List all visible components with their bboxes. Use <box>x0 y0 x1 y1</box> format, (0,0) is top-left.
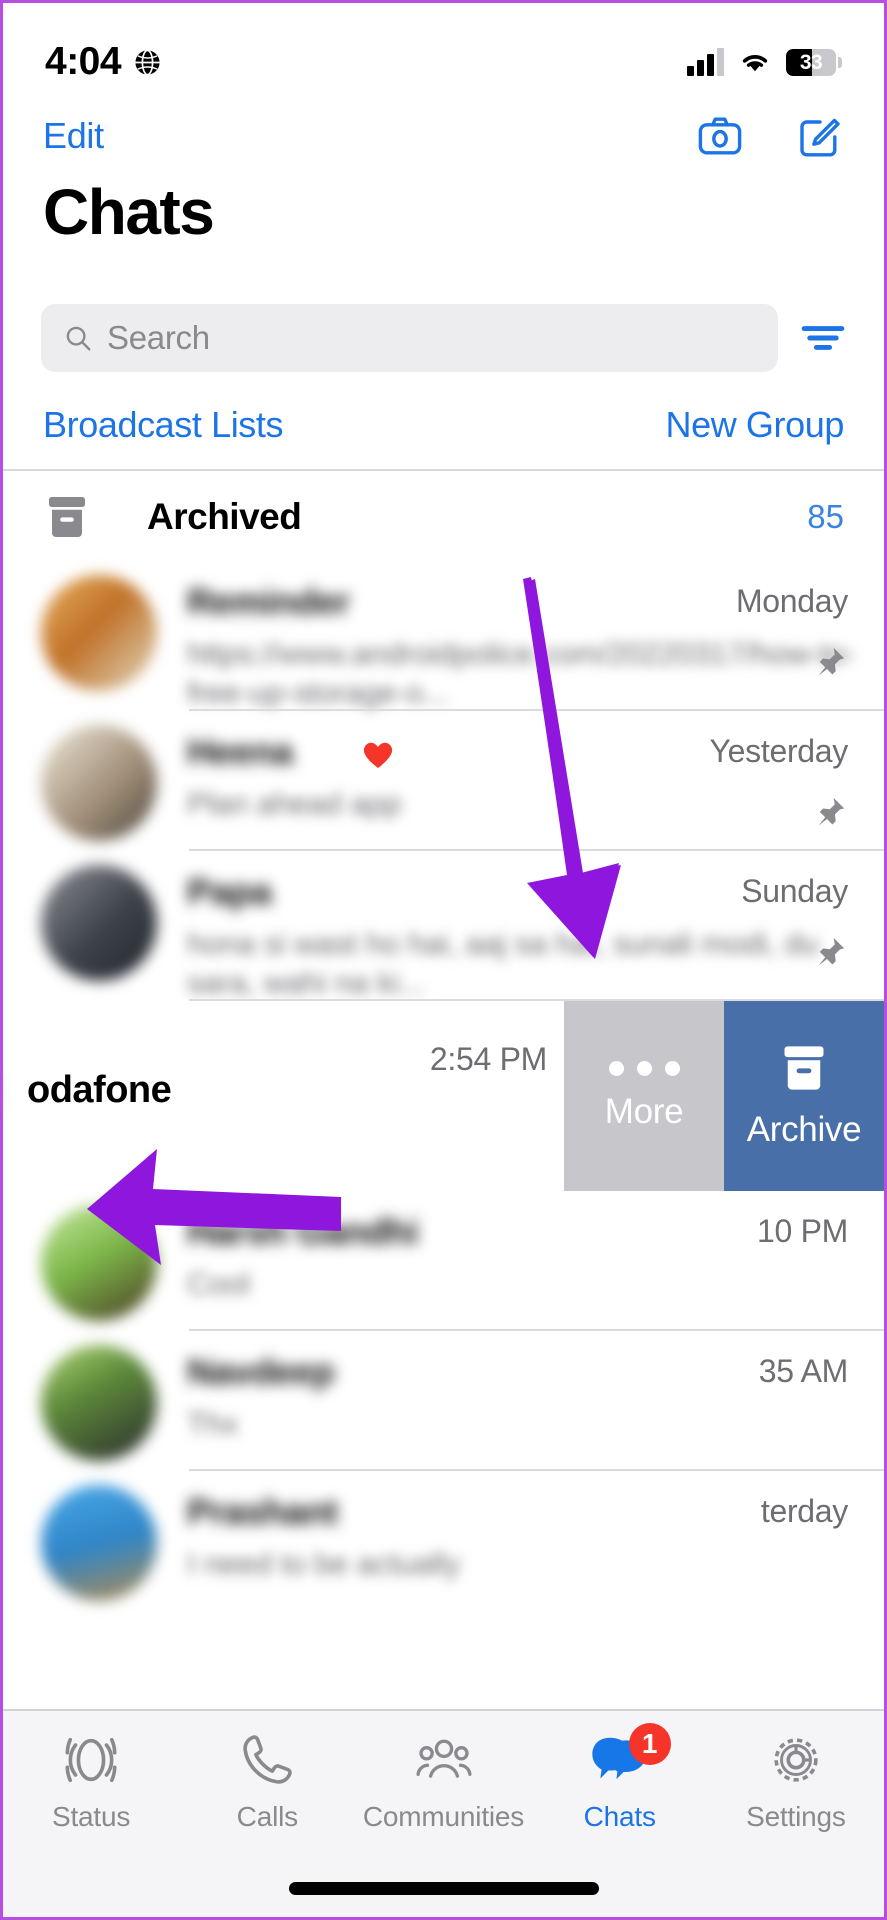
search-row: Search <box>3 303 884 373</box>
chat-time: Monday <box>735 583 848 619</box>
page-title: Chats <box>43 176 215 248</box>
archive-box-icon <box>49 497 85 537</box>
tab-label: Status <box>52 1801 131 1832</box>
tab-label: Communities <box>362 1801 525 1832</box>
avatar <box>41 725 157 841</box>
chat-meta: 35 AM <box>598 1353 849 1390</box>
pin-icon <box>818 937 845 966</box>
quick-links-row: Broadcast Lists New Group <box>3 381 884 471</box>
battery-indicator: 33 <box>786 48 842 76</box>
avatar <box>41 1205 157 1321</box>
archive-box-icon <box>784 1046 824 1090</box>
chat-message: I need to be actually <box>187 1546 461 1581</box>
archived-label: Archived <box>147 496 302 537</box>
tab-bar: Status Calls Communities 1 Chats Setting… <box>3 1709 884 1917</box>
chat-message: Thx <box>187 1406 239 1441</box>
swiped-chat-row[interactable]: odafone 2:54 PM More Archive <box>3 1001 884 1191</box>
tab-label: Chats <box>583 1801 656 1832</box>
chat-row[interactable]: Reminder https://www.androidpolice.com/2… <box>3 561 884 711</box>
filter-icon[interactable] <box>800 321 846 355</box>
archive-action-button[interactable]: Archive <box>724 1001 884 1191</box>
status-bar-right: 33 <box>687 48 842 76</box>
swipe-actions: More Archive <box>564 1001 884 1191</box>
cellular-bars-icon <box>687 48 724 76</box>
chat-list[interactable]: Archived 85 Reminder https://www.android… <box>3 473 884 1709</box>
chat-row[interactable]: Heena Plan ahead app Yesterday <box>3 711 884 851</box>
status-bar: 4:04 33 <box>3 3 884 95</box>
chat-meta: Sunday <box>598 873 848 970</box>
edit-button[interactable]: Edit <box>43 115 104 157</box>
nav-bar: Edit <box>3 95 884 177</box>
chat-row[interactable]: Harsh Gandhi Cool 10 PM <box>3 1191 884 1331</box>
status-time: 4:04 <box>45 40 122 83</box>
wifi-icon <box>742 55 768 72</box>
broadcast-lists-button[interactable]: Broadcast Lists <box>43 404 284 446</box>
chat-time: 35 AM <box>758 1353 849 1389</box>
battery-percent: 33 <box>799 50 823 74</box>
tab-status[interactable]: Status <box>3 1731 179 1833</box>
chat-meta: 10 PM <box>598 1213 848 1250</box>
avatar <box>41 575 157 691</box>
ellipsis-icon <box>608 1060 680 1076</box>
archive-label: Archive <box>746 1110 862 1149</box>
archived-count: 85 <box>807 498 844 535</box>
more-action-button[interactable]: More <box>564 1001 724 1191</box>
battery-tip <box>838 56 842 68</box>
chat-row[interactable]: Prashant I need to be actually terday <box>3 1471 884 1611</box>
search-placeholder: Search <box>107 319 210 356</box>
more-label: More <box>604 1091 684 1131</box>
chat-time: Yesterday <box>709 733 849 769</box>
chat-time: Sunday <box>741 873 848 909</box>
status-bar-left: 4:04 <box>45 40 162 84</box>
nav-actions <box>696 112 844 160</box>
chats-unread-badge: 1 <box>628 1723 671 1765</box>
chat-message: Cool <box>187 1266 250 1301</box>
chat-time: 2:54 PM <box>429 1041 547 1077</box>
pin-icon <box>818 647 845 676</box>
search-icon <box>66 326 91 351</box>
phone-icon <box>243 1735 293 1784</box>
archived-row[interactable]: Archived 85 <box>3 473 884 561</box>
chat-meta: Monday <box>598 583 848 680</box>
phone-screen: 4:04 33 Edit Chats Search Broadcast List… <box>0 0 887 1920</box>
communities-icon <box>415 1739 472 1778</box>
tab-chats[interactable]: 1 Chats <box>532 1723 708 1833</box>
tab-communities[interactable]: Communities <box>355 1731 531 1833</box>
chat-meta: terday <box>598 1493 848 1530</box>
chat-time: terday <box>760 1493 848 1529</box>
home-indicator <box>288 1882 599 1895</box>
avatar <box>41 1485 157 1601</box>
heart-emoji <box>358 733 398 773</box>
gear-icon <box>774 1738 818 1782</box>
pin-icon <box>818 797 845 826</box>
avatar <box>41 1345 157 1461</box>
battery-icon: 33 <box>786 48 836 76</box>
tab-label: Calls <box>236 1801 298 1832</box>
swiped-row-content[interactable]: odafone 2:54 PM <box>3 1001 573 1191</box>
chat-row[interactable]: Papa hona si wast ho hai, aaj sa hai, su… <box>3 851 884 1001</box>
tab-label: Settings <box>746 1801 846 1832</box>
search-input[interactable]: Search <box>41 304 778 372</box>
avatar <box>41 865 157 981</box>
globe-icon <box>135 49 160 75</box>
tab-calls[interactable]: Calls <box>179 1731 355 1833</box>
chat-row[interactable]: Navdeep Thx 35 AM <box>3 1331 884 1471</box>
status-rings-icon <box>65 1737 117 1783</box>
tab-settings[interactable]: Settings <box>708 1731 884 1833</box>
chat-time: 10 PM <box>757 1213 848 1249</box>
camera-icon[interactable] <box>696 112 744 160</box>
chat-meta: Yesterday <box>598 733 848 830</box>
new-group-button[interactable]: New Group <box>666 404 845 446</box>
compose-icon[interactable] <box>796 112 844 160</box>
